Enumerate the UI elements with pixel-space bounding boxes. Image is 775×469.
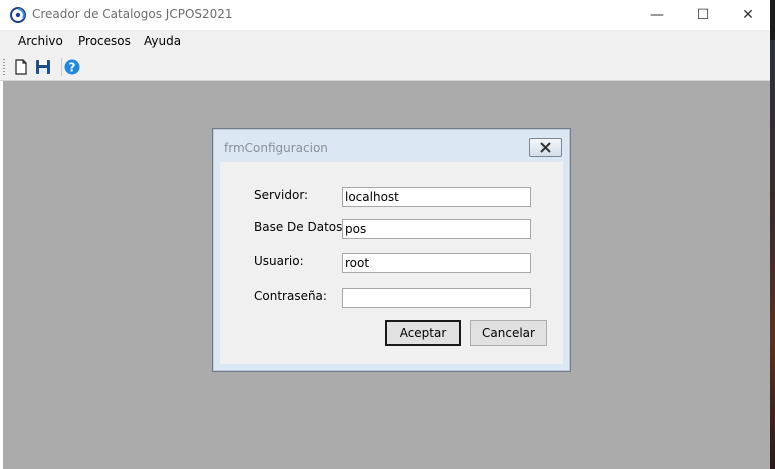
dialog-close-button[interactable]	[529, 138, 562, 157]
toolbar-grip[interactable]	[3, 59, 5, 75]
contrasena-input[interactable]	[342, 288, 531, 308]
servidor-label: Servidor:	[254, 188, 309, 202]
base-datos-input[interactable]	[342, 219, 531, 239]
menu-ayuda[interactable]: Ayuda	[144, 34, 181, 48]
help-icon: ?	[64, 59, 80, 75]
configuration-dialog: frmConfiguracion Servidor: Base De Datos…	[212, 128, 571, 372]
save-icon	[36, 60, 50, 74]
svg-text:?: ?	[69, 61, 76, 75]
menu-procesos[interactable]: Procesos	[78, 34, 131, 48]
menu-bar: Archivo Procesos Ayuda	[0, 30, 770, 54]
close-button[interactable]: ✕	[725, 0, 771, 30]
usuario-input[interactable]	[342, 253, 531, 273]
menu-archivo[interactable]: Archivo	[18, 34, 63, 48]
base-datos-label: Base De Datos:	[254, 220, 347, 234]
window-title: Creador de Catalogos JCPOS2021	[32, 7, 233, 21]
cancelar-button[interactable]: Cancelar	[470, 320, 547, 346]
desktop-background	[770, 40, 775, 469]
dialog-body: Servidor: Base De Datos: Usuario: Contra…	[220, 162, 563, 364]
new-document-icon	[15, 59, 27, 75]
new-document-button[interactable]	[11, 57, 31, 77]
dialog-title: frmConfiguracion	[224, 141, 328, 155]
app-logo-icon	[10, 7, 26, 23]
close-icon	[540, 142, 551, 153]
contrasena-label: Contraseña:	[254, 289, 327, 303]
maximize-button[interactable]: ☐	[680, 0, 726, 30]
help-button[interactable]: ?	[62, 57, 82, 77]
toolbar: ?	[0, 54, 770, 81]
save-button[interactable]	[33, 57, 53, 77]
title-bar: Creador de Catalogos JCPOS2021 — ☐ ✕	[0, 0, 770, 30]
app-window: Creador de Catalogos JCPOS2021 — ☐ ✕ Arc…	[0, 0, 770, 469]
usuario-label: Usuario:	[254, 254, 304, 268]
servidor-input[interactable]	[342, 187, 531, 207]
aceptar-button[interactable]: Aceptar	[385, 320, 461, 346]
minimize-button[interactable]: —	[634, 0, 680, 30]
